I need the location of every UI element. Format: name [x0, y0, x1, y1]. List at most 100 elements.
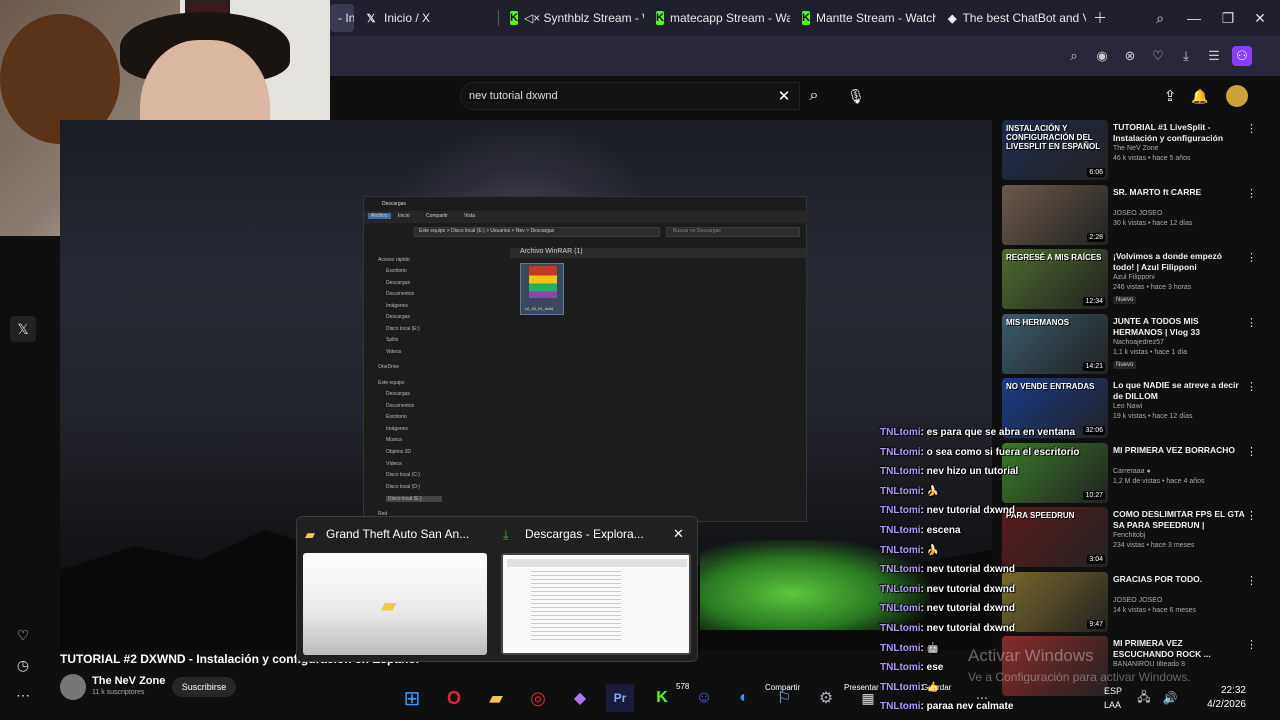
close-icon[interactable]: ✕	[1248, 6, 1272, 30]
x-logo-icon[interactable]: 𝕏	[10, 316, 36, 342]
tab-partial[interactable]: - In	[330, 4, 354, 32]
explorer-nav-item[interactable]: Disco local (E:)	[386, 496, 442, 502]
windows-start-icon[interactable]: ⊞	[398, 684, 426, 712]
language-indicator[interactable]: ESP	[1104, 686, 1122, 696]
preview-thumbnail-gta[interactable]: ▰	[303, 553, 487, 655]
discord-icon[interactable]: ☺	[690, 684, 718, 712]
tab-matecapp[interactable]: Kmatecapp Stream - Wat	[648, 4, 790, 32]
save-label[interactable]: Guardar	[922, 683, 951, 692]
preview-window-title[interactable]: Grand Theft Auto San An...	[326, 527, 484, 541]
heart-icon[interactable]: ♡	[10, 622, 36, 648]
premiere-icon[interactable]: Pr	[606, 684, 634, 712]
explorer-nav-item[interactable]: OneDrive	[378, 364, 399, 370]
tab-chatbot[interactable]: ◈ The best ChatBot and V	[940, 4, 1086, 32]
recommendation-thumbnail[interactable]	[1002, 636, 1108, 696]
more-options-icon[interactable]: ⋮	[1246, 122, 1257, 135]
more-options-icon[interactable]: ⋮	[1246, 638, 1257, 651]
camera-icon[interactable]: ◉	[1092, 46, 1112, 66]
recommendation-title[interactable]: JUNTE A TODOS MIS HERMANOS | Vlog 33	[1113, 316, 1245, 338]
explorer-nav-item[interactable]: Este equipo	[378, 380, 404, 386]
explorer-nav-item[interactable]: Disco local (D:)	[386, 484, 420, 490]
bell-icon[interactable]: 🔔	[1190, 86, 1210, 106]
recommendation-title[interactable]: MI PRIMERA VEZ BORRACHO	[1113, 445, 1245, 456]
minimize-icon[interactable]: —	[1182, 6, 1206, 30]
search-tabs-icon[interactable]: ⌕	[1148, 6, 1172, 30]
recommendation-title[interactable]: COMO DESLIMITAR FPS EL GTA SA PARA SPEED…	[1113, 509, 1245, 531]
more-options-icon[interactable]: ⋮	[1246, 380, 1257, 393]
search-icon[interactable]: ⌕	[804, 86, 824, 106]
recommendation-thumbnail[interactable]: INSTALACIÓN Y CONFIGURACIÓN DEL LIVESPLI…	[1002, 120, 1108, 180]
recommendation-item[interactable]: INSTALACIÓN Y CONFIGURACIÓN DEL LIVESPLI…	[1002, 120, 1262, 182]
explorer-nav-item[interactable]: Acceso rápido	[378, 257, 410, 263]
more-options-icon[interactable]: ⋮	[1246, 445, 1257, 458]
recommendation-title[interactable]: SR. MARTO ft CARRE	[1113, 187, 1245, 198]
recommendation-thumbnail[interactable]: PARA SPEEDRUN 3:04	[1002, 507, 1108, 567]
heart-icon[interactable]: ♡	[1148, 46, 1168, 66]
more-options-icon[interactable]: ⋮	[1246, 574, 1257, 587]
recommendation-channel[interactable]: JOSEO JOSEO	[1113, 597, 1162, 604]
file-explorer-icon[interactable]: ▰	[482, 684, 510, 712]
explorer-nav-item[interactable]: Objetos 3D	[386, 449, 411, 455]
explorer-nav-item[interactable]: Música	[386, 437, 402, 443]
tab-x[interactable]: 𝕏 Inicio / X	[356, 4, 496, 32]
explorer-nav-item[interactable]: Imágenes	[386, 426, 408, 432]
system-clock[interactable]: 22:32 4/2/2026	[1196, 684, 1246, 712]
recommendation-thumbnail[interactable]: MIS HERMANOS 14:21	[1002, 313, 1108, 374]
explorer-nav-item[interactable]: Documentos	[386, 291, 414, 297]
menu-icon[interactable]: ☰	[1204, 46, 1224, 66]
tab-synthblz[interactable]: K ◁× Synthblz Stream - W	[502, 4, 644, 32]
steam-icon[interactable]: ⚙	[812, 684, 840, 712]
download-icon[interactable]: ⤓	[1176, 46, 1196, 66]
upload-icon[interactable]: ⇪	[1160, 86, 1180, 106]
more-icon[interactable]: ⋯	[10, 682, 36, 708]
recommendation-title[interactable]: TUTORIAL #1 LiveSplit - Instalación y co…	[1113, 122, 1245, 144]
explorer-nav-item[interactable]: Descargas	[386, 280, 410, 286]
channel-name[interactable]: The NeV Zone	[92, 675, 165, 687]
kick-icon[interactable]: K	[648, 684, 676, 712]
edge-icon[interactable]: ◐	[730, 684, 758, 712]
account-avatar[interactable]	[1226, 85, 1248, 107]
recommendation-channel[interactable]: BANANIROU tilteado 8	[1113, 661, 1185, 668]
recommendation-title[interactable]: Lo que NADIE se atreve a decir de DILLOM	[1113, 380, 1245, 402]
shield-icon[interactable]: ⊗	[1120, 46, 1140, 66]
recommendation-item[interactable]: PARA SPEEDRUN 3:04 COMO DESLIMITAR FPS EL …	[1002, 507, 1262, 569]
maximize-icon[interactable]: ❐	[1216, 6, 1240, 30]
explorer-nav-item[interactable]: Splits	[386, 337, 398, 343]
explorer-nav-item[interactable]: Imágenes	[386, 303, 408, 309]
recommendation-thumbnail[interactable]: REGRESÉ A MIS RAÍCES 12:34	[1002, 249, 1108, 309]
obs-icon[interactable]: ◎	[524, 684, 552, 712]
recommendation-channel[interactable]: Carreraaa ●	[1113, 468, 1151, 475]
recommendation-channel[interactable]: The NeV Zone	[1113, 145, 1159, 152]
recommendation-item[interactable]: 9:47 GRACIAS POR TODO. JOSEO JOSEO 14 k vis…	[1002, 571, 1262, 634]
zoom-icon[interactable]: ⌕	[1064, 46, 1084, 66]
more-options-icon[interactable]: ⋮	[1246, 509, 1257, 522]
more-options-icon[interactable]: ⋮	[1246, 187, 1257, 200]
opera-icon[interactable]: O	[440, 684, 468, 712]
channel-avatar[interactable]	[60, 674, 86, 700]
clock-icon[interactable]: ◷	[10, 652, 36, 678]
explorer-nav-item[interactable]: Disco local (C:)	[386, 472, 420, 478]
recommendation-title[interactable]: GRACIAS POR TODO.	[1113, 574, 1245, 585]
search-input[interactable]: nev tutorial dxwnd	[460, 82, 800, 110]
recommendation-channel[interactable]: JOSEO JOSEO	[1113, 210, 1162, 217]
microphone-icon[interactable]: 🎙	[846, 86, 866, 106]
explorer-nav-item[interactable]: Vídeos	[386, 461, 402, 467]
app-icon-3[interactable]: ▦	[854, 684, 882, 712]
recommendation-item[interactable]: 2:28 SR. MARTO ft CARRE JOSEO JOSEO 30 k vi…	[1002, 184, 1262, 247]
profile-icon[interactable]: ⚇	[1232, 46, 1252, 66]
explorer-nav-item[interactable]: Descargas	[386, 314, 410, 320]
explorer-nav-item[interactable]: Videos	[386, 349, 401, 355]
explorer-nav-item[interactable]: Escritorio	[386, 268, 407, 274]
recommendation-title[interactable]: ¡Volvimos a donde empezó todo! | Azul Fi…	[1113, 251, 1245, 273]
more-icon[interactable]: ⋯	[968, 684, 996, 712]
keyboard-layout[interactable]: LAA	[1104, 700, 1121, 710]
subscribe-button[interactable]: Suscribirse	[172, 677, 236, 697]
recommendation-channel[interactable]: Fenchitobj	[1113, 532, 1145, 539]
recommendation-channel[interactable]: Nachoajedrez57	[1113, 339, 1164, 346]
clear-search-icon[interactable]: ✕	[774, 86, 794, 106]
recommendation-item[interactable]: REGRESÉ A MIS RAÍCES 12:34 ¡Volvimos a don…	[1002, 249, 1262, 311]
recommendation-channel[interactable]: Azul Filipponi	[1113, 274, 1155, 281]
network-icon[interactable]: 🖧	[1130, 684, 1158, 712]
more-options-icon[interactable]: ⋮	[1246, 316, 1257, 329]
new-tab-icon[interactable]: ＋	[1088, 6, 1112, 30]
